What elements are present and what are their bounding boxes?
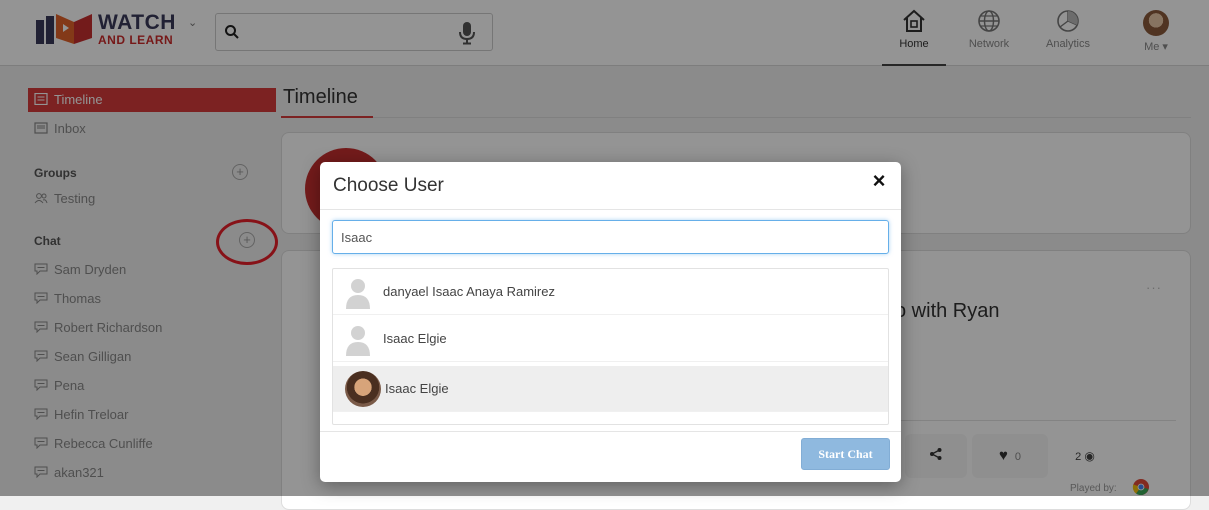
list-item[interactable]: danyael Isaac Anaya Ramirez [333,269,888,315]
default-avatar-icon [346,279,370,309]
choose-user-dialog: Choose User × danyael Isaac Anaya Ramire… [320,162,901,482]
user-results-list: danyael Isaac Anaya Ramirez Isaac Elgie … [332,268,889,425]
list-item[interactable]: Isaac Elgie [333,316,888,362]
avatar [345,371,381,407]
user-name: danyael Isaac Anaya Ramirez [383,284,555,299]
user-name: Isaac Elgie [385,381,449,396]
list-item[interactable]: Isaac Elgie [333,366,888,412]
user-name: Isaac Elgie [383,331,447,346]
default-avatar-icon [346,326,370,356]
divider [320,209,901,210]
user-search-input[interactable] [332,220,889,254]
close-icon[interactable]: × [868,170,890,193]
start-chat-button[interactable]: Start Chat [801,438,890,470]
divider [320,431,901,432]
dialog-title: Choose User [333,175,444,196]
